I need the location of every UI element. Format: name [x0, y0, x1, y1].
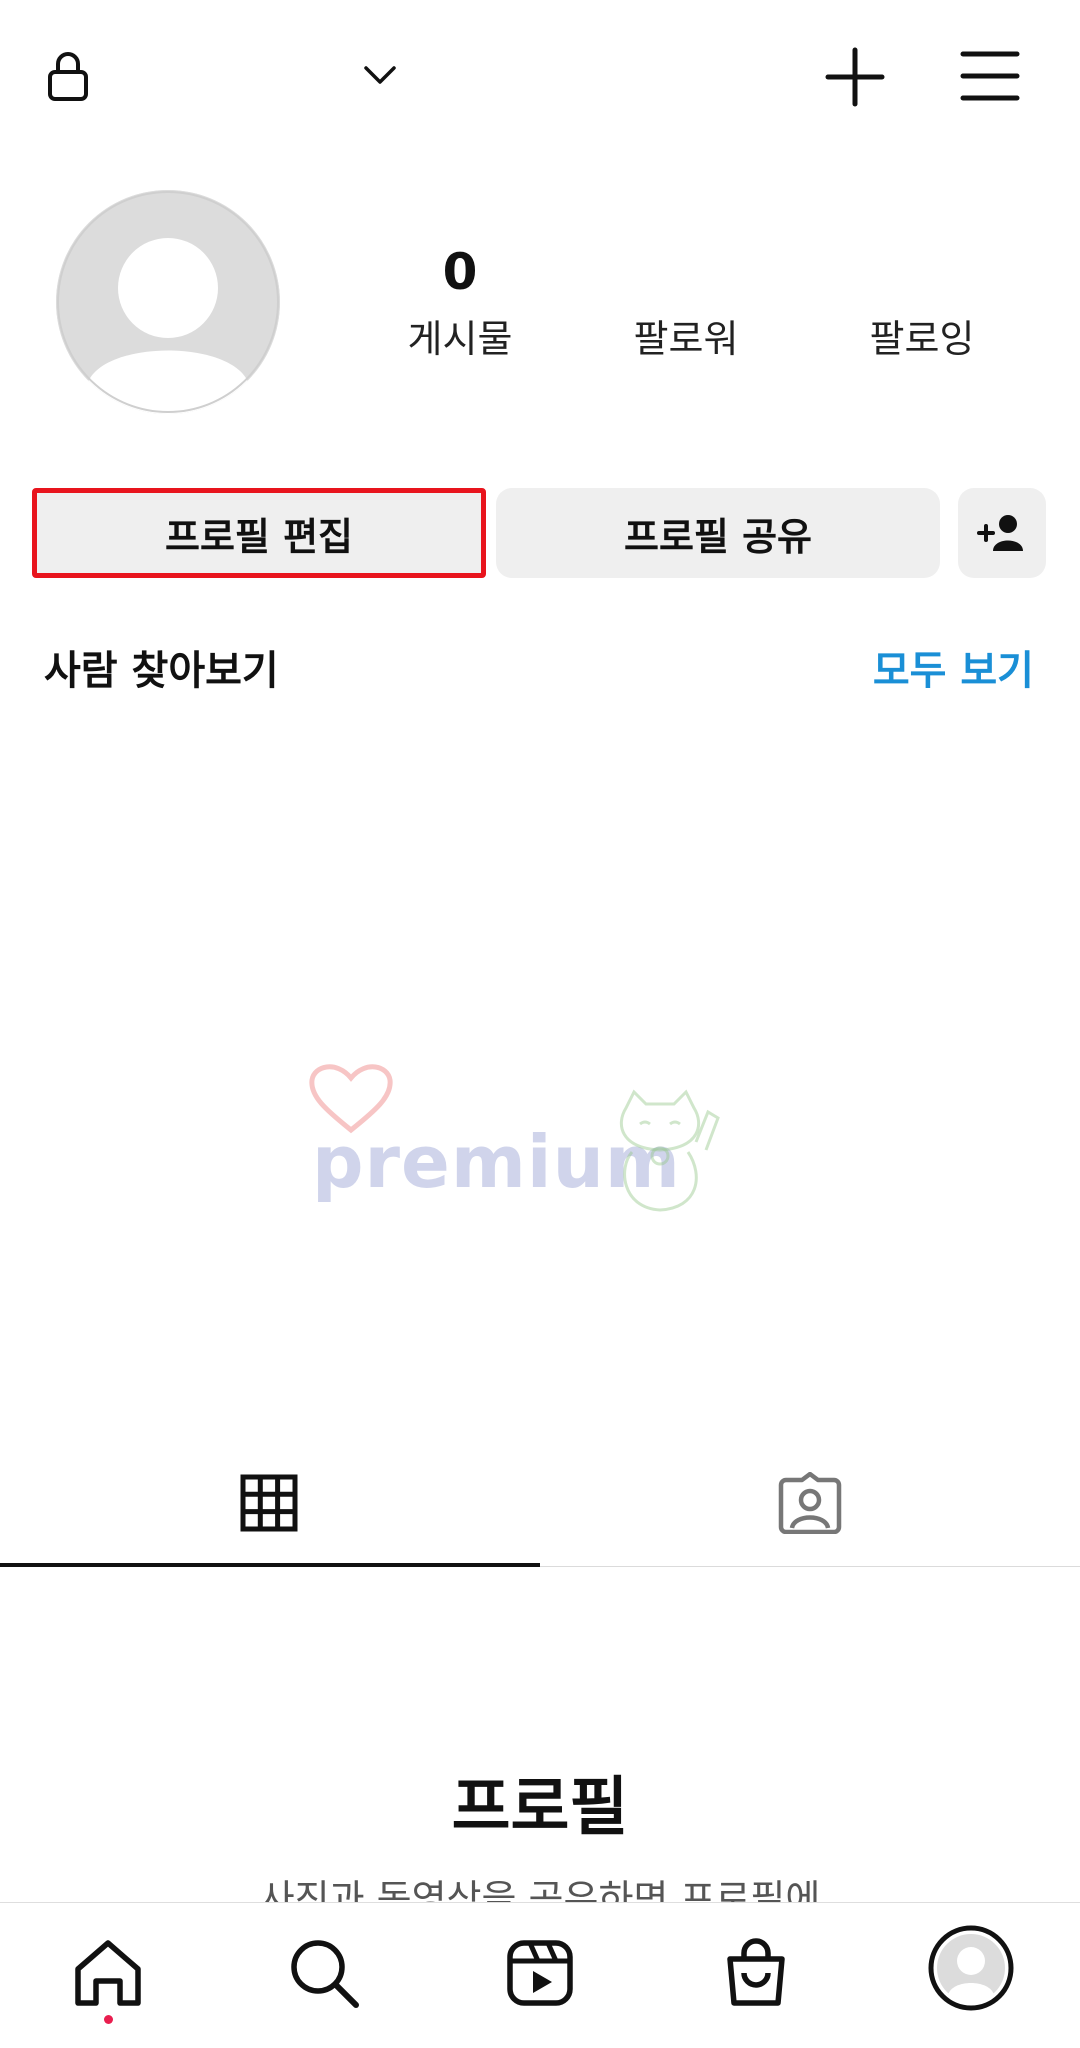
home-icon	[75, 1940, 141, 2006]
nav-reels[interactable]	[500, 1933, 580, 2013]
home-notification-dot	[104, 2015, 113, 2024]
stat-followers-value	[596, 240, 776, 304]
tagged-person-icon	[778, 1472, 842, 1534]
lock-icon[interactable]	[46, 50, 90, 102]
stat-following-value	[832, 240, 1012, 304]
hamburger-menu-icon[interactable]	[960, 48, 1020, 104]
profile-avatar-icon	[928, 1925, 1014, 2011]
stat-posts-label: 게시물	[407, 317, 513, 361]
tab-tagged[interactable]	[540, 1460, 1080, 1568]
stat-followers-label: 팔로워	[633, 317, 739, 361]
chevron-down-icon[interactable]	[362, 62, 398, 88]
grid-icon	[240, 1474, 298, 1532]
edit-profile-label: 프로필 편집	[164, 514, 354, 559]
nav-search[interactable]	[284, 1933, 364, 2013]
stat-following[interactable]: 팔로잉	[832, 240, 1012, 363]
stat-posts-value: 0	[442, 243, 478, 301]
reels-icon	[507, 1940, 573, 2006]
bottom-navigation	[0, 1902, 1080, 2048]
stat-followers[interactable]: 팔로워	[596, 240, 776, 363]
plus-icon[interactable]	[824, 46, 886, 108]
nav-profile[interactable]	[928, 1925, 1014, 2011]
tab-posts-grid[interactable]	[0, 1460, 540, 1568]
add-person-icon	[977, 515, 1023, 551]
shop-icon	[727, 1938, 785, 2006]
stat-posts[interactable]: 0 게시물	[370, 240, 550, 363]
nav-shop[interactable]	[716, 1933, 796, 2013]
profile-stats: 0 게시물 팔로워 팔로잉	[370, 240, 1010, 370]
tab-divider	[540, 1566, 1080, 1567]
active-tab-indicator	[0, 1563, 540, 1567]
default-avatar-icon	[56, 190, 280, 414]
search-icon	[291, 1940, 359, 2008]
watermark: premium	[300, 1060, 730, 1230]
profile-avatar[interactable]	[56, 190, 280, 414]
share-profile-label: 프로필 공유	[623, 514, 813, 559]
see-all-link[interactable]: 모두 보기	[873, 638, 1034, 696]
top-bar	[0, 0, 1080, 150]
profile-tabs	[0, 1460, 1080, 1570]
share-profile-button[interactable]: 프로필 공유	[496, 488, 940, 578]
edit-profile-button[interactable]: 프로필 편집	[32, 488, 486, 578]
lucky-cat-icon	[619, 1089, 720, 1212]
discover-people-title: 사람 찾아보기	[44, 648, 279, 694]
nav-home[interactable]	[68, 1933, 148, 2013]
empty-state-title: 프로필	[451, 1771, 629, 1845]
stat-following-label: 팔로잉	[869, 317, 975, 361]
discover-people-button[interactable]	[958, 488, 1046, 578]
